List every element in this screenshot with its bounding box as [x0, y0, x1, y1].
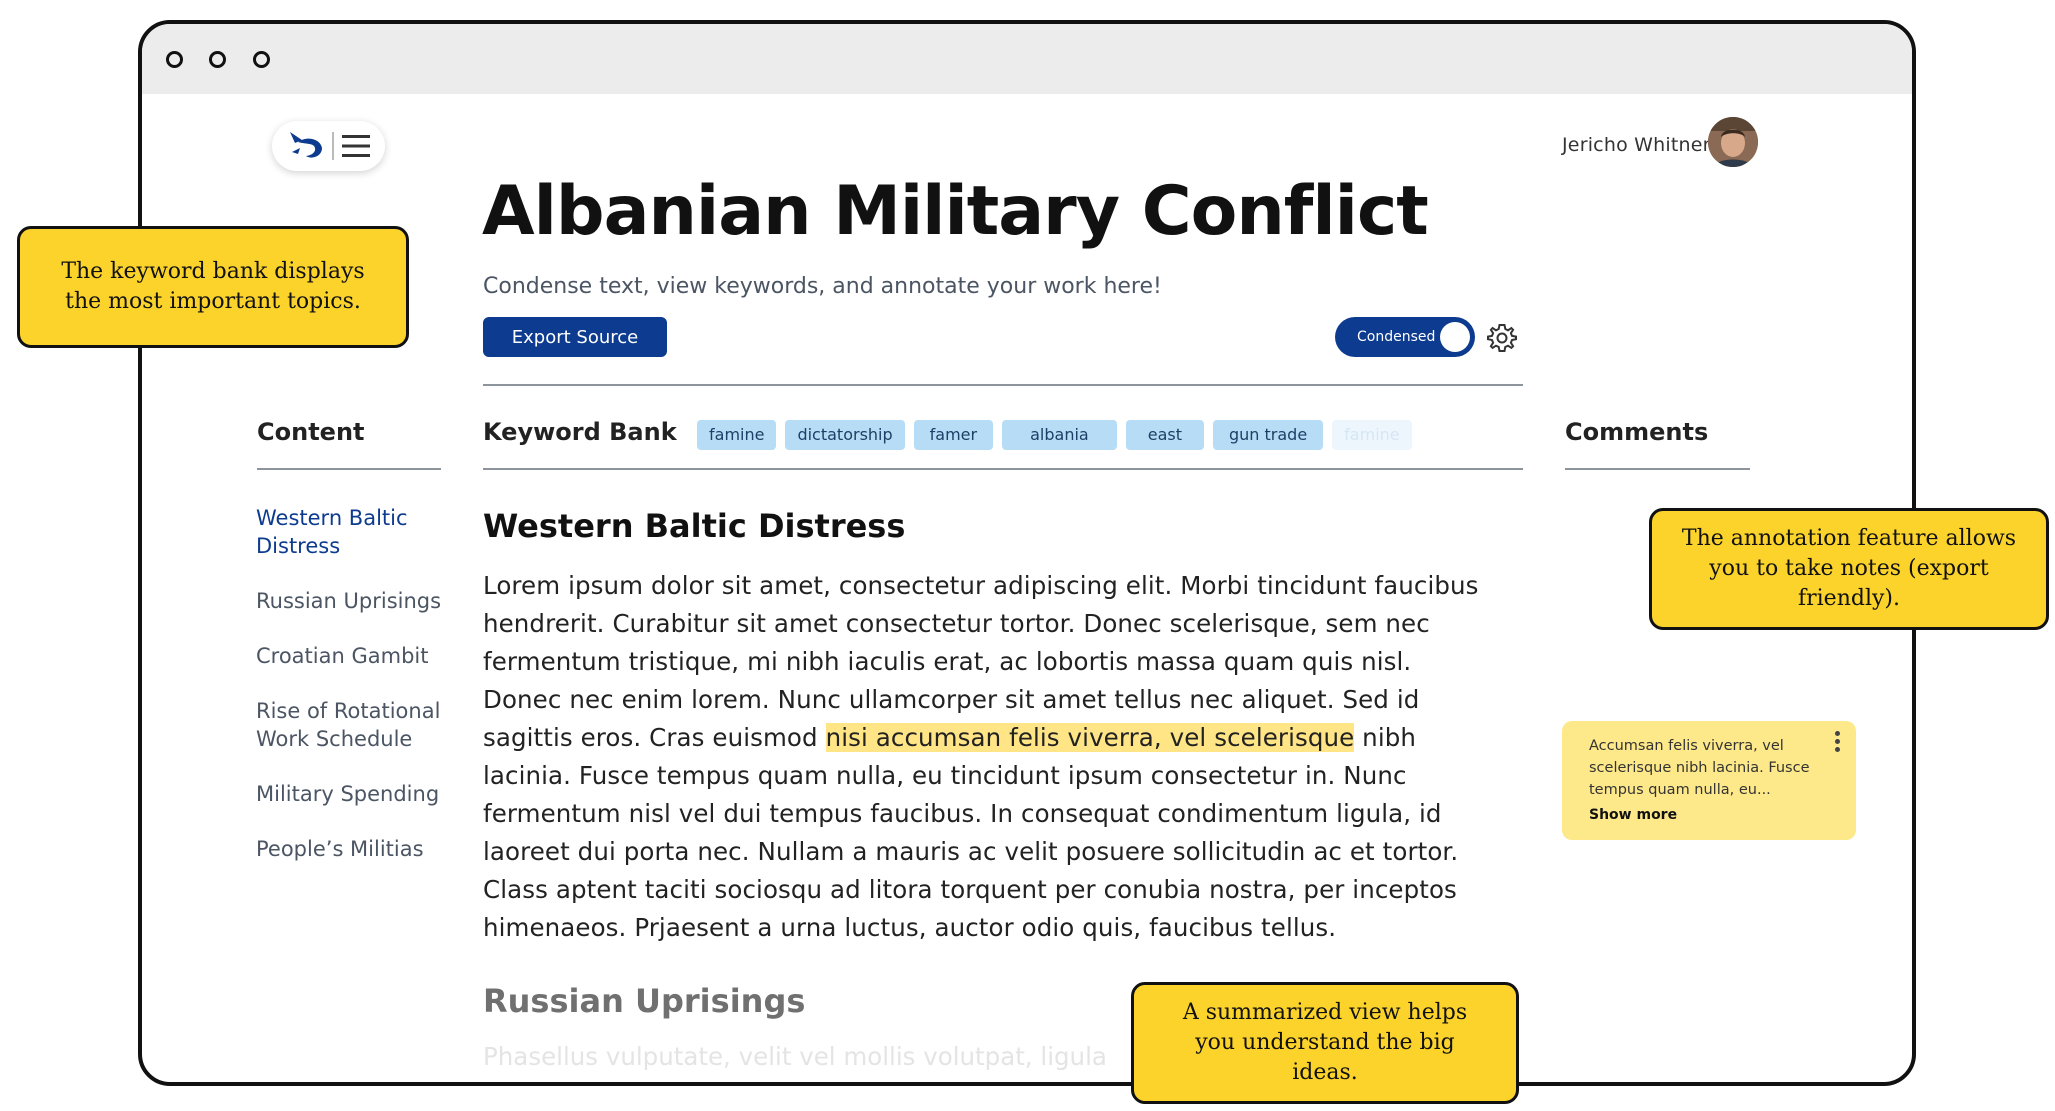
body-line: Donec nec enim lorem. Nunc ullamcorper s…: [483, 685, 1420, 714]
toc-item-peoples-militias[interactable]: People’s Militias: [256, 835, 456, 863]
highlighted-annotation-text[interactable]: nisi accumsan felis viverra, vel sceleri…: [825, 723, 1355, 752]
content-divider: [257, 468, 441, 470]
body-line: lacinia. Fusce tempus quam nulla, eu tin…: [483, 761, 1407, 790]
keyword-chip[interactable]: albania: [1002, 420, 1117, 450]
body-line: fermentum tristique, mi nibh iaculis era…: [483, 647, 1412, 676]
callout-annotation-text: The annotation feature allows you to tak…: [1681, 526, 2017, 611]
window-maximize-dot[interactable]: [253, 51, 270, 68]
comments-divider: [1565, 468, 1750, 470]
callout-keyword-bank-text: The keyword bank displays the most impor…: [61, 259, 365, 314]
comment-card[interactable]: Accumsan felis viverra, vel scelerisque …: [1562, 721, 1856, 840]
toc-item-russian-uprisings[interactable]: Russian Uprisings: [256, 587, 456, 615]
section-heading-russian-uprisings: Russian Uprisings: [483, 982, 806, 1020]
window-minimize-dot[interactable]: [209, 51, 226, 68]
user-name: Jericho Whitner: [1562, 134, 1711, 156]
page-title: Albanian Military Conflict: [482, 172, 1429, 251]
keyword-chip[interactable]: dictatorship: [785, 420, 905, 450]
callout-annotation: The annotation feature allows you to tak…: [1649, 508, 2049, 630]
condensed-toggle-label: Condensed: [1357, 329, 1436, 345]
body-text-span: nibh: [1354, 723, 1416, 752]
gear-icon[interactable]: [1486, 322, 1518, 354]
body-line: Lorem ipsum dolor sit amet, consectetur …: [483, 571, 1479, 600]
toggle-knob: [1440, 322, 1470, 352]
section-body: Lorem ipsum dolor sit amet, consectetur …: [483, 567, 1503, 947]
body-line-with-highlight: sagittis eros. Cras euismod nisi accumsa…: [483, 719, 1503, 757]
keyword-chip[interactable]: east: [1125, 420, 1204, 450]
section-preview-text: Phasellus vulputate, velit vel mollis vo…: [483, 1042, 1107, 1071]
menu-divider: [332, 132, 334, 160]
body-line: fermentum nisl vel dui tempus faucibus. …: [483, 799, 1442, 828]
page-subtitle: Condense text, view keywords, and annota…: [483, 274, 1162, 299]
section-heading-western-baltic-distress: Western Baltic Distress: [483, 507, 906, 545]
body-line: Class aptent taciti sociosqu ad litora t…: [483, 875, 1457, 904]
condensed-toggle[interactable]: Condensed: [1335, 317, 1475, 357]
toc-item-western-baltic-distress[interactable]: Western Baltic Distress: [256, 504, 456, 560]
callout-summary-text: A summarized view helps you understand t…: [1182, 1000, 1468, 1085]
keyword-chip[interactable]: gun trade: [1212, 420, 1324, 450]
app-logo-icon: [290, 132, 322, 158]
window-titlebar: [142, 24, 1912, 94]
content-nav: Western Baltic Distress Russian Uprising…: [256, 504, 456, 890]
app-menu-pill[interactable]: [272, 121, 385, 171]
keyword-divider: [483, 468, 1523, 470]
toc-item-military-spending[interactable]: Military Spending: [256, 780, 456, 808]
toc-item-rise-of-rotational-work-schedule[interactable]: Rise of Rotational Work Schedule: [256, 697, 456, 753]
window-close-dot[interactable]: [166, 51, 183, 68]
keyword-chip-faded[interactable]: famine: [1332, 420, 1412, 450]
keyword-chip[interactable]: famer: [913, 420, 994, 450]
user-avatar[interactable]: [1708, 117, 1758, 167]
callout-keyword-bank: The keyword bank displays the most impor…: [17, 226, 409, 348]
comments-column-heading: Comments: [1565, 418, 1709, 446]
keyword-bank: famine dictatorship famer albania east g…: [697, 420, 1412, 450]
body-line: himenaeos. Prjaesent a urna luctus, auct…: [483, 913, 1337, 942]
toc-item-croatian-gambit[interactable]: Croatian Gambit: [256, 642, 456, 670]
body-line: laoreet dui porta nec. Nullam a mauris a…: [483, 837, 1459, 866]
header-divider: [483, 384, 1523, 386]
hamburger-menu-icon[interactable]: [342, 134, 370, 158]
keyword-bank-heading: Keyword Bank: [483, 418, 677, 446]
body-line: hendrerit. Curabitur sit amet consectetu…: [483, 609, 1430, 638]
content-column-heading: Content: [257, 418, 365, 446]
export-source-button[interactable]: Export Source: [483, 317, 667, 357]
comment-text: Accumsan felis viverra, vel scelerisque …: [1589, 738, 1810, 798]
show-more-link[interactable]: Show more: [1589, 807, 1677, 823]
kebab-menu-icon[interactable]: [1832, 731, 1842, 757]
body-text-span: sagittis eros. Cras euismod: [483, 723, 826, 752]
keyword-chip[interactable]: famine: [697, 420, 777, 450]
callout-summary: A summarized view helps you understand t…: [1131, 982, 1519, 1104]
